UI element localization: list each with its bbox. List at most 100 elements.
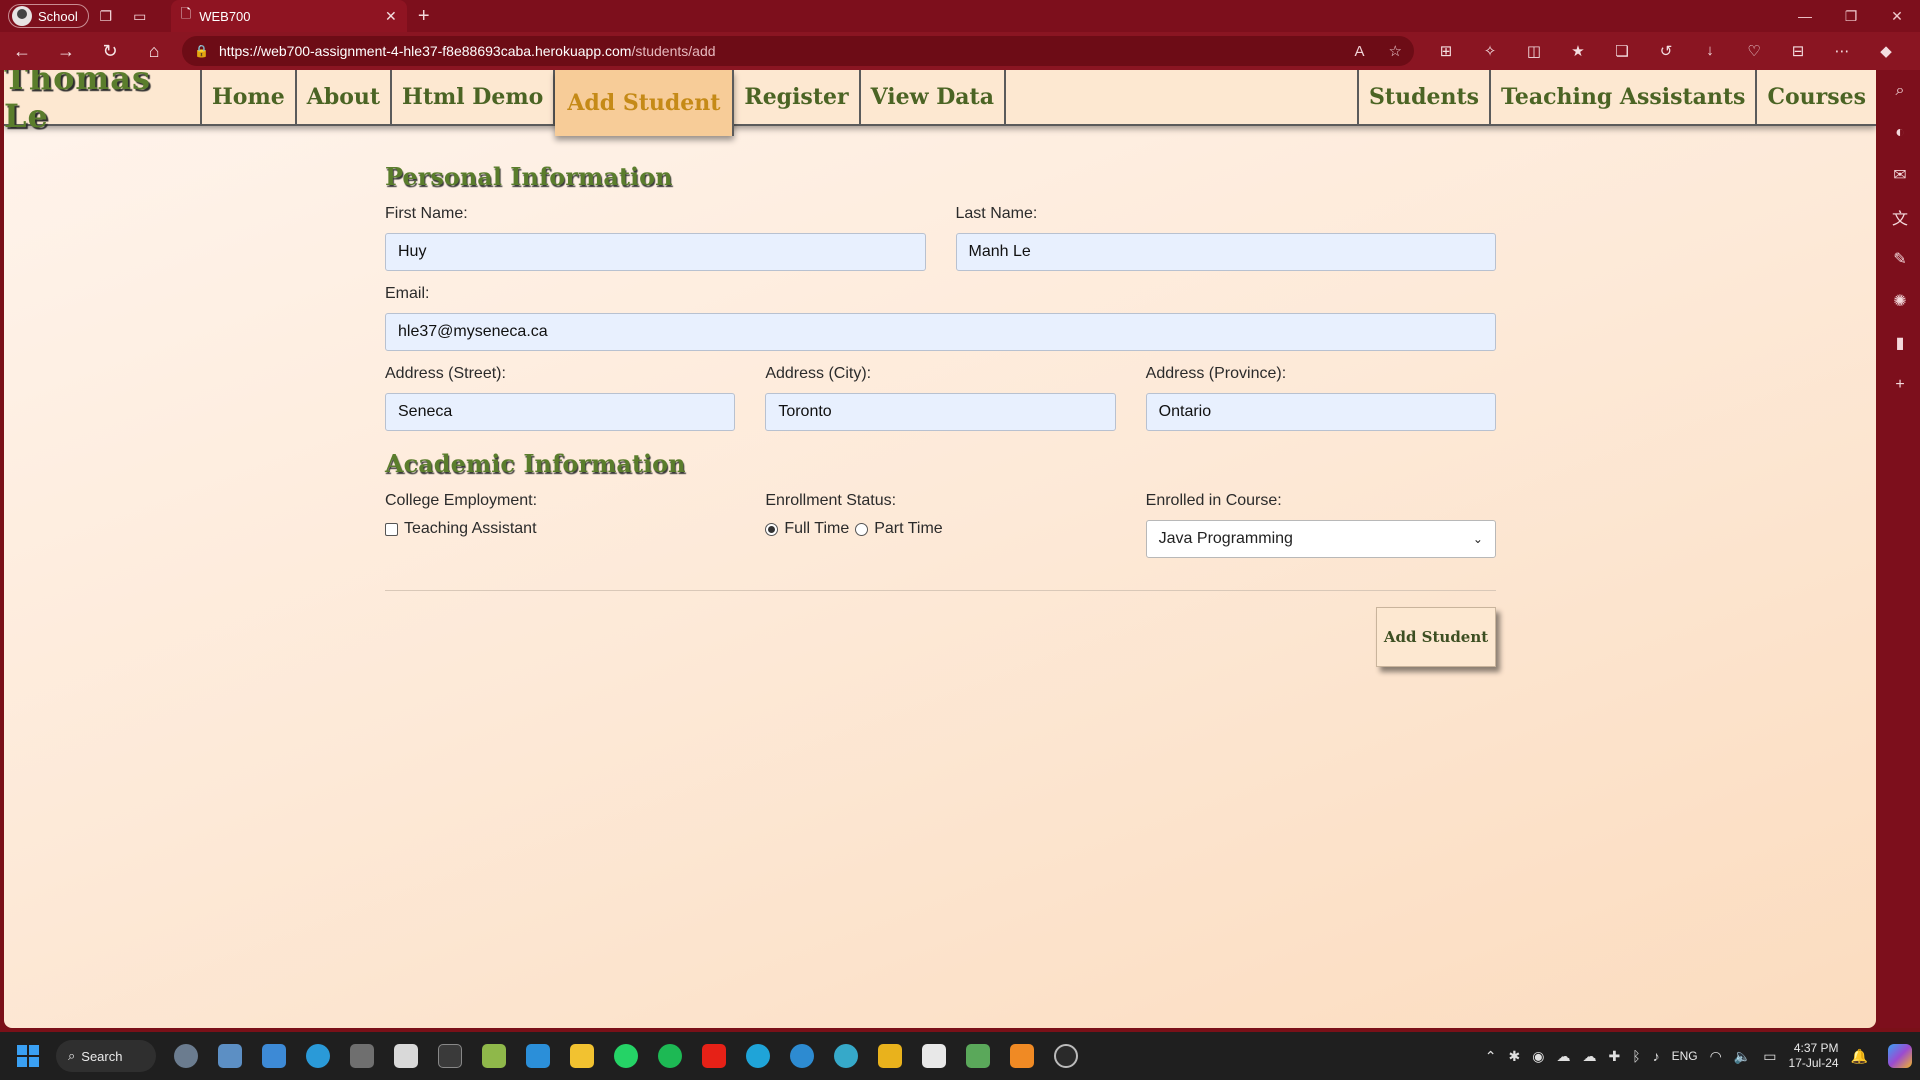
- refresh-icon[interactable]: ↻: [88, 35, 132, 67]
- gamepad-tray-icon[interactable]: ✚: [1608, 1048, 1620, 1065]
- photos-app-icon[interactable]: [208, 1036, 252, 1076]
- nav-html-demo[interactable]: Html Demo: [392, 70, 556, 124]
- battery-icon[interactable]: ▭: [1763, 1048, 1776, 1065]
- extensions-puzzle-icon[interactable]: ✧: [1468, 42, 1512, 60]
- sidebar-chatgpt-icon[interactable]: ✺: [1889, 290, 1911, 312]
- home-icon[interactable]: ⌂: [132, 35, 176, 67]
- spotify-app-icon[interactable]: [648, 1036, 692, 1076]
- chatgpt-app-icon[interactable]: [912, 1036, 956, 1076]
- nav-teaching-assistants[interactable]: Teaching Assistants: [1491, 70, 1758, 124]
- nav-home[interactable]: Home: [202, 70, 297, 124]
- terminal-app-icon[interactable]: [428, 1036, 472, 1076]
- profile-button[interactable]: School: [8, 4, 89, 28]
- volume-icon[interactable]: 🔈: [1734, 1048, 1751, 1065]
- read-aloud-icon[interactable]: A: [1355, 43, 1365, 60]
- last-name-input[interactable]: Manh Le: [955, 233, 1496, 271]
- sidebar-search-icon[interactable]: ⌕: [1889, 80, 1911, 102]
- tab-actions-icon[interactable]: ▭: [123, 2, 157, 30]
- bluetooth-tray-icon[interactable]: ᛒ: [1632, 1048, 1640, 1064]
- downloads-icon[interactable]: ↓: [1688, 42, 1732, 60]
- sidebar-copilot-icon[interactable]: ◐: [1889, 122, 1911, 144]
- browser-app-icon[interactable]: [296, 1036, 340, 1076]
- slack-tray-icon[interactable]: ✱: [1509, 1048, 1521, 1065]
- course-select[interactable]: Java Programming ⌄: [1145, 520, 1496, 558]
- edge-dev-app-icon[interactable]: [824, 1036, 868, 1076]
- sublime-app-icon[interactable]: [1000, 1036, 1044, 1076]
- site-brand[interactable]: Thomas Le: [4, 70, 202, 135]
- remote-desktop-icon[interactable]: [252, 1036, 296, 1076]
- chevron-up-icon[interactable]: ⌃: [1485, 1048, 1497, 1065]
- email-input[interactable]: hle37@myseneca.ca: [385, 313, 1496, 351]
- first-name-input[interactable]: Huy: [385, 233, 926, 271]
- street-input[interactable]: Seneca: [385, 393, 736, 431]
- vscode-app-icon[interactable]: [516, 1036, 560, 1076]
- android-app-icon[interactable]: [956, 1036, 1000, 1076]
- sidebar-translate-icon[interactable]: 文: [1889, 206, 1911, 228]
- province-input[interactable]: Ontario: [1145, 393, 1496, 431]
- close-tab-icon[interactable]: ✕: [385, 8, 397, 25]
- full-time-label[interactable]: Full Time: [784, 520, 849, 538]
- nav-add-student[interactable]: Add Student: [555, 70, 735, 136]
- collections-icon[interactable]: ❏: [1600, 42, 1644, 60]
- city-input[interactable]: Toronto: [765, 393, 1116, 431]
- ta-checkbox[interactable]: [385, 522, 398, 536]
- sidebar-chart-icon[interactable]: ▮: [1889, 332, 1911, 354]
- history-icon[interactable]: ↺: [1644, 42, 1688, 60]
- obs-app-icon[interactable]: [1044, 1036, 1088, 1076]
- part-time-label[interactable]: Part Time: [874, 520, 942, 538]
- full-time-radio[interactable]: [765, 522, 779, 536]
- clock[interactable]: 4:37 PM 17-Jul-24: [1789, 1041, 1839, 1071]
- profile-label: School: [38, 8, 78, 24]
- copilot-icon[interactable]: ◆: [1864, 42, 1908, 60]
- nav-students[interactable]: Students: [1359, 70, 1492, 124]
- youtube-app-icon[interactable]: [692, 1036, 736, 1076]
- discord-tray-icon[interactable]: ◉: [1532, 1048, 1544, 1065]
- lock-icon[interactable]: 🔒: [194, 44, 209, 58]
- file-explorer-icon[interactable]: [560, 1036, 604, 1076]
- copilot-taskbar-icon[interactable]: [1888, 1044, 1912, 1068]
- microphone-tray-icon[interactable]: ♪: [1653, 1048, 1660, 1064]
- onedrive-business-tray-icon[interactable]: ☁: [1582, 1048, 1596, 1065]
- ta-checkbox-label[interactable]: Teaching Assistant: [404, 520, 537, 538]
- nav-courses[interactable]: Courses: [1757, 70, 1876, 124]
- restore-icon[interactable]: ❐: [1828, 8, 1874, 25]
- nav-about[interactable]: About: [297, 70, 393, 124]
- language-indicator[interactable]: ENG: [1672, 1049, 1698, 1063]
- wifi-icon[interactable]: ◠: [1710, 1048, 1722, 1065]
- notifications-bell-icon[interactable]: 🔔: [1851, 1048, 1868, 1065]
- close-window-icon[interactable]: ✕: [1874, 8, 1920, 25]
- part-time-radio[interactable]: [855, 522, 869, 536]
- favorites-icon[interactable]: ★: [1556, 42, 1600, 60]
- split-screen-icon[interactable]: ◫: [1512, 42, 1556, 60]
- settings-app-icon[interactable]: [164, 1036, 208, 1076]
- performance-icon[interactable]: ♡: [1732, 42, 1776, 60]
- browser-tab[interactable]: 🗋 WEB700 ✕: [170, 0, 407, 32]
- start-button[interactable]: [8, 1036, 48, 1076]
- nav-register[interactable]: Register: [734, 70, 861, 124]
- nav-view-data[interactable]: View Data: [861, 70, 1006, 124]
- notepad-app-icon[interactable]: [472, 1036, 516, 1076]
- stats-app-icon[interactable]: [868, 1036, 912, 1076]
- more-menu-icon[interactable]: ⋯: [1820, 42, 1864, 60]
- calculator-app-icon[interactable]: [340, 1036, 384, 1076]
- edge-beta-app-icon[interactable]: [780, 1036, 824, 1076]
- forward-icon[interactable]: →: [44, 35, 88, 67]
- sidebar-outlook-icon[interactable]: ✉: [1889, 164, 1911, 186]
- address-bar[interactable]: 🔒 https://web700-assignment-4-hle37-f8e8…: [182, 36, 1414, 66]
- apps-icon[interactable]: ⊟: [1776, 42, 1820, 60]
- new-tab-icon[interactable]: +: [407, 5, 441, 28]
- edge-app-icon[interactable]: [736, 1036, 780, 1076]
- minimize-icon[interactable]: —: [1782, 8, 1828, 25]
- add-student-button[interactable]: Add Student: [1376, 607, 1496, 667]
- favorite-star-icon[interactable]: ☆: [1389, 42, 1402, 60]
- onedrive-tray-icon[interactable]: ☁: [1556, 1048, 1570, 1065]
- workspaces-icon[interactable]: ❐: [89, 2, 123, 30]
- sidebar-add-icon[interactable]: +: [1889, 374, 1911, 396]
- store-app-icon[interactable]: [384, 1036, 428, 1076]
- extension-icon[interactable]: ⊞: [1424, 42, 1468, 60]
- add-student-form: Personal Information First Name: Huy Las…: [385, 162, 1496, 667]
- taskbar-search[interactable]: ⌕ Search: [56, 1040, 156, 1072]
- whatsapp-app-icon[interactable]: [604, 1036, 648, 1076]
- sidebar-tools-icon[interactable]: ✎: [1889, 248, 1911, 270]
- back-icon[interactable]: ←: [0, 35, 44, 67]
